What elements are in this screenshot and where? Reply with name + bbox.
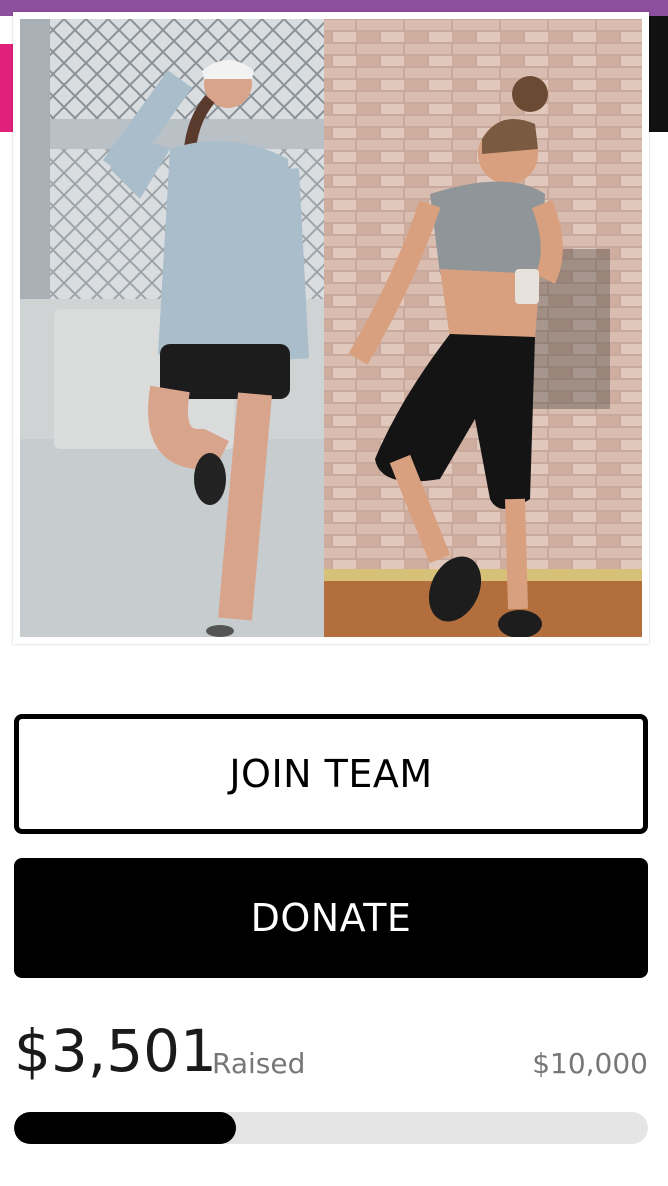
- donate-button[interactable]: DONATE: [14, 858, 648, 978]
- fundraising-progress-bar: [14, 1112, 648, 1144]
- fundraising-summary: $3,501 Raised $10,000: [14, 1018, 648, 1088]
- team-photo: [20, 19, 642, 637]
- join-team-button[interactable]: JOIN TEAM: [14, 714, 648, 834]
- raised-label: Raised: [212, 1047, 306, 1080]
- team-photo-card: [13, 12, 649, 644]
- left-photo: [20, 19, 324, 637]
- fundraising-progress-fill: [14, 1112, 236, 1144]
- goal-amount: $10,000: [532, 1047, 648, 1080]
- right-photo: [324, 19, 642, 637]
- header-dark-accent: [646, 16, 668, 132]
- raised-amount: $3,501: [14, 1017, 217, 1085]
